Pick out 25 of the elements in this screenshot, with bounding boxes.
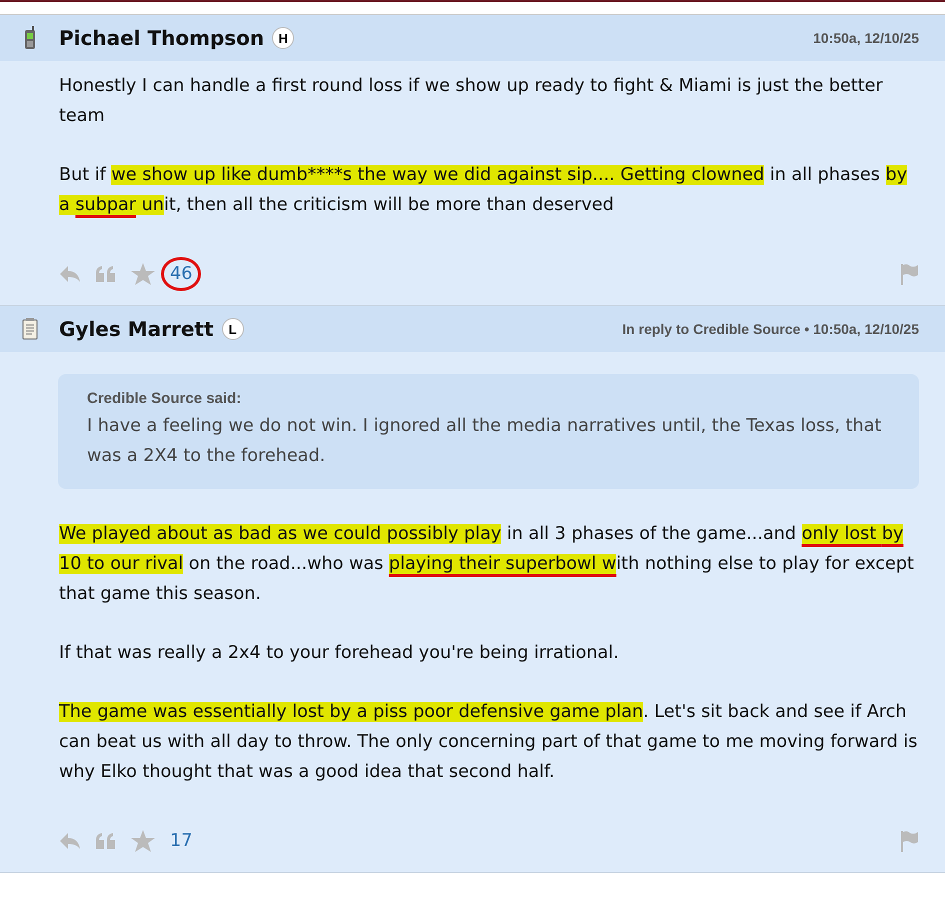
- quote-icon[interactable]: [95, 832, 117, 850]
- notepad-icon: [22, 318, 38, 340]
- author-name[interactable]: Gyles Marrett: [59, 317, 214, 341]
- post-meta: 10:50a, 12/10/25: [813, 30, 919, 46]
- post-paragraph: The game was essentially lost by a piss poor defensive game plan. Let's sit back and see if Arch can beat us with all day to throw. The only concerning part of that game to me moving forward is why Elko thought that was a good idea that second half.: [59, 701, 918, 784]
- post-paragraph: If that was really a 2x4 to your forehead you're being irrational.: [59, 642, 620, 665]
- star-icon[interactable]: [131, 263, 155, 285]
- quote-author: Credible Source said:: [87, 390, 242, 407]
- rank-badge: L: [222, 318, 244, 340]
- reply-icon[interactable]: [59, 265, 81, 283]
- post-meta: In reply to Credible Source • 10:50a, 12/10/25: [622, 321, 919, 337]
- like-count[interactable]: 17: [161, 824, 202, 858]
- flag-icon[interactable]: [899, 263, 919, 285]
- flag-icon[interactable]: [899, 830, 919, 852]
- post-paragraph: But if we show up like dumb****s the way we did against sip.... Getting clowned in all phases by a subpar unit, then all the criticism will be more than deserved: [59, 164, 908, 217]
- star-icon[interactable]: [131, 830, 155, 852]
- quote-text: I have a feeling we do not win. I ignored all the media narratives until, the Texas loss, that was a 2X4 to the forehead.: [87, 415, 882, 468]
- post-paragraph: Honestly I can handle a first round loss if we show up ready to fight & Miami is just the better team: [59, 75, 884, 128]
- rank-badge: H: [272, 27, 294, 49]
- quote-icon[interactable]: [95, 265, 117, 283]
- phone-icon: [22, 26, 38, 50]
- post-paragraph: We played about as bad as we could possibly play in all 3 phases of the game...and only lost by 10 to our rival on the road...who was playing their superbowl with nothing else to play for except that game this season.: [59, 523, 915, 606]
- author-name[interactable]: Pichael Thompson: [59, 26, 264, 50]
- reply-icon[interactable]: [59, 832, 81, 850]
- like-count[interactable]: 46: [161, 257, 202, 291]
